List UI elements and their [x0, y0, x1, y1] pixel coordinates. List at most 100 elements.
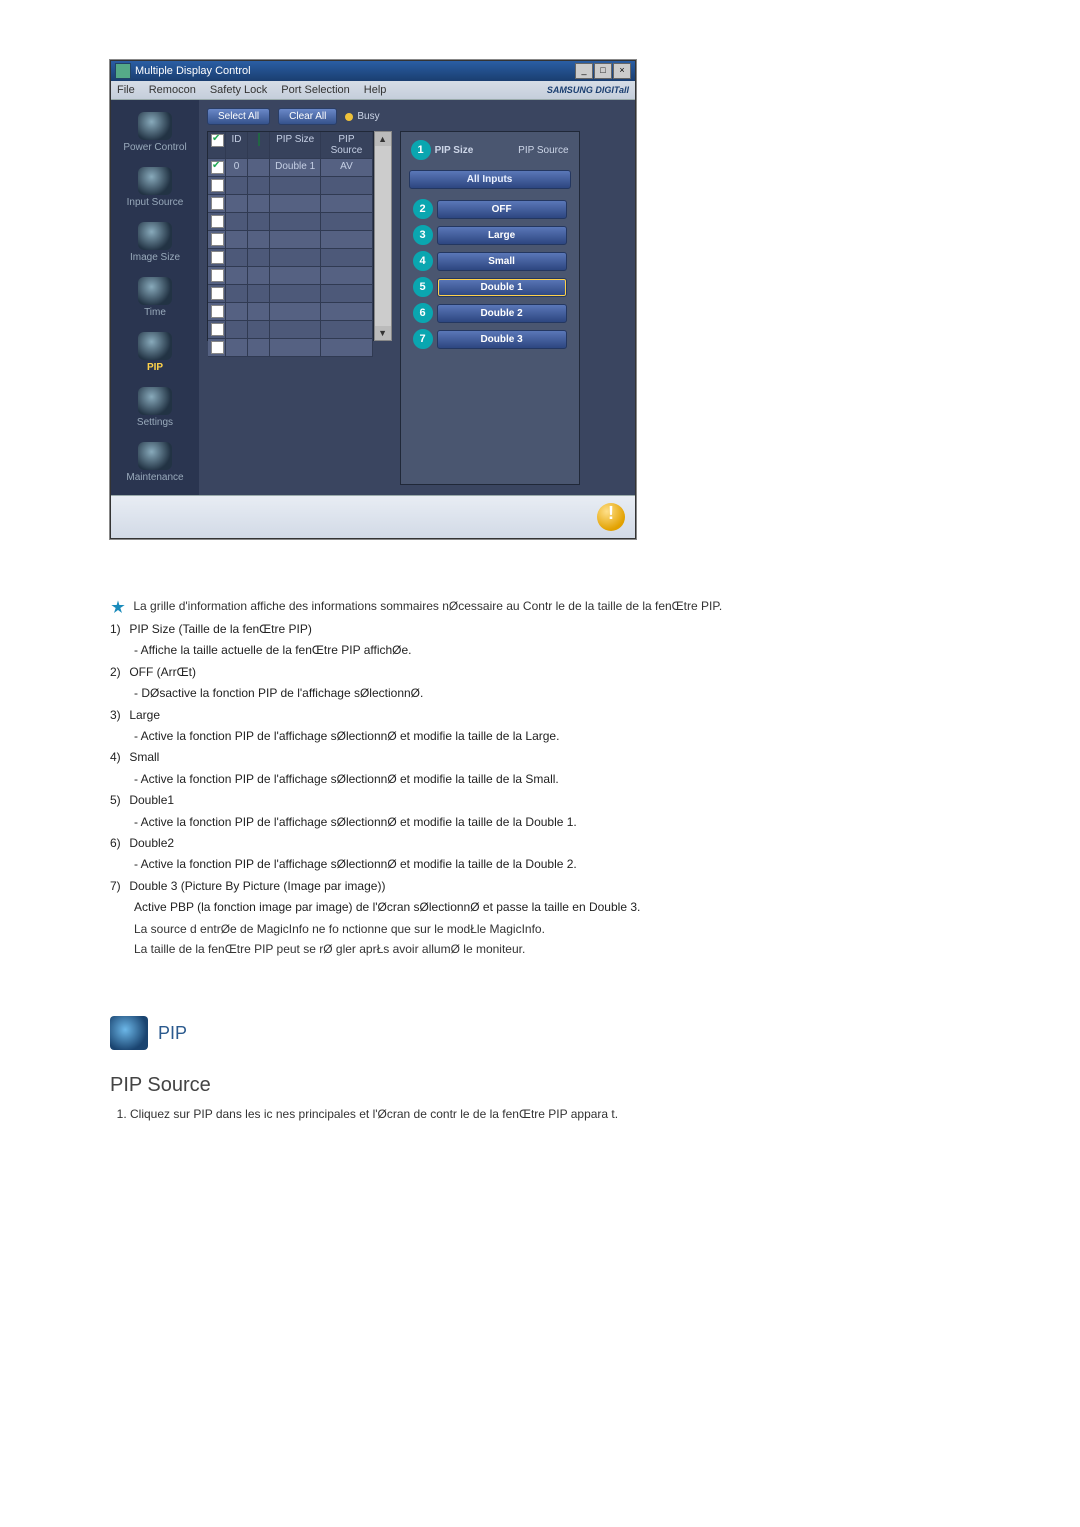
- status-bar: [111, 495, 635, 538]
- table-row[interactable]: [208, 285, 373, 303]
- cell-id: [226, 285, 248, 303]
- pip-icon: [138, 332, 172, 360]
- list-item: 6) Double2: [110, 835, 1030, 852]
- table-row[interactable]: [208, 213, 373, 231]
- sidebar-item-settings[interactable]: Settings: [113, 381, 197, 436]
- menu-remocon[interactable]: Remocon: [149, 84, 196, 96]
- sidebar-item-time[interactable]: Time: [113, 271, 197, 326]
- menubar: File Remocon Safety Lock Port Selection …: [111, 81, 635, 100]
- sidebar-item-image-size[interactable]: Image Size: [113, 216, 197, 271]
- cell-pip-size: Double 1: [270, 159, 321, 177]
- table-row[interactable]: [208, 267, 373, 285]
- cell-pip-source: [321, 267, 372, 285]
- row-checkbox[interactable]: [211, 287, 224, 300]
- menu-safety-lock[interactable]: Safety Lock: [210, 84, 267, 96]
- option-double-1[interactable]: 5Double 1: [413, 277, 567, 297]
- row-checkbox[interactable]: [211, 179, 224, 192]
- table-row[interactable]: [208, 339, 373, 357]
- row-checkbox[interactable]: [211, 341, 224, 354]
- list-item: 7) Double 3 (Picture By Picture (Image p…: [110, 878, 1030, 895]
- toolbar: Select All Clear All Busy: [207, 108, 627, 125]
- menu-help[interactable]: Help: [364, 84, 387, 96]
- menu-file[interactable]: File: [117, 84, 135, 96]
- cell-id: [226, 213, 248, 231]
- options-header: 1PIP Size PIP Source: [407, 138, 573, 162]
- col-pip-source: PIP Source: [321, 132, 372, 159]
- image-size-icon: [138, 222, 172, 250]
- lead-paragraph: La grille d'information affiche des info…: [110, 599, 1030, 615]
- callout-3: 3: [413, 225, 433, 245]
- list-item-desc: - Affiche la taille actuelle de la fenŒt…: [134, 642, 1030, 659]
- sidebar-item-power[interactable]: Power Control: [113, 106, 197, 161]
- row-checkbox[interactable]: [211, 233, 224, 246]
- grid: ID PIP Size PIP Source 0Double 1AV: [207, 131, 374, 341]
- section-list: Cliquez sur PIP dans les ic nes principa…: [110, 1107, 1030, 1121]
- cell-pip-size: [270, 213, 321, 231]
- settings-icon: [138, 387, 172, 415]
- vertical-scrollbar[interactable]: ▲ ▼: [374, 131, 392, 341]
- cell-pip-source: [321, 195, 372, 213]
- app-icon: [115, 63, 131, 79]
- cell-pip-source: [321, 213, 372, 231]
- cell-id: [226, 231, 248, 249]
- sidebar-item-maintenance[interactable]: Maintenance: [113, 436, 197, 491]
- menu-port-selection[interactable]: Port Selection: [281, 84, 349, 96]
- list-item-desc: - DØsactive la fonction PIP de l'afficha…: [134, 685, 1030, 702]
- table-row[interactable]: 0Double 1AV: [208, 159, 373, 177]
- list-item-desc: - Active la fonction PIP de l'affichage …: [134, 728, 1030, 745]
- window-title: Multiple Display Control: [135, 65, 251, 77]
- minimize-button[interactable]: _: [575, 63, 593, 79]
- row-checkbox[interactable]: [211, 215, 224, 228]
- list-item: 5) Double1: [110, 792, 1030, 809]
- cell-pip-size: [270, 285, 321, 303]
- select-all-button[interactable]: Select All: [207, 108, 270, 125]
- clear-all-button[interactable]: Clear All: [278, 108, 337, 125]
- table-row[interactable]: [208, 177, 373, 195]
- option-off[interactable]: 2OFF: [413, 199, 567, 219]
- option-large[interactable]: 3Large: [413, 225, 567, 245]
- main-pane: Select All Clear All Busy ID PIP Size PI…: [199, 100, 635, 495]
- table-row[interactable]: [208, 303, 373, 321]
- cell-pip-source: [321, 339, 372, 357]
- callout-6: 6: [413, 303, 433, 323]
- row-checkbox[interactable]: [211, 197, 224, 210]
- option-double-2[interactable]: 6Double 2: [413, 303, 567, 323]
- list-item-desc: - Active la fonction PIP de l'affichage …: [134, 856, 1030, 873]
- pip-section-icon: [110, 1016, 148, 1050]
- tab-pip-size[interactable]: PIP Size: [435, 145, 474, 156]
- cell-pip-size: [270, 303, 321, 321]
- sidebar-item-pip[interactable]: PIP: [113, 326, 197, 381]
- sidebar-item-input-source[interactable]: Input Source: [113, 161, 197, 216]
- busy-indicator: Busy: [345, 111, 379, 122]
- col-id: ID: [226, 132, 248, 159]
- table-row[interactable]: [208, 321, 373, 339]
- star-icon: [110, 599, 126, 615]
- option-small[interactable]: 4Small: [413, 251, 567, 271]
- callout-5: 5: [413, 277, 433, 297]
- row-checkbox[interactable]: [211, 269, 224, 282]
- scroll-up-icon[interactable]: ▲: [375, 132, 391, 146]
- table-row[interactable]: [208, 249, 373, 267]
- cell-pip-source: [321, 285, 372, 303]
- table-row[interactable]: [208, 231, 373, 249]
- close-button[interactable]: ×: [613, 63, 631, 79]
- window-buttons: _ □ ×: [575, 63, 631, 79]
- cell-id: [226, 267, 248, 285]
- warning-icon: [597, 503, 625, 531]
- maximize-button[interactable]: □: [594, 63, 612, 79]
- row-checkbox[interactable]: [211, 161, 224, 174]
- row-checkbox[interactable]: [211, 251, 224, 264]
- note-1: La source d entrØe de MagicInfo ne fo nc…: [134, 922, 1030, 936]
- section-title: PIP Source: [110, 1074, 1030, 1097]
- option-double-3[interactable]: 7Double 3: [413, 329, 567, 349]
- scroll-down-icon[interactable]: ▼: [375, 326, 391, 340]
- row-checkbox[interactable]: [211, 305, 224, 318]
- row-checkbox[interactable]: [211, 323, 224, 336]
- list-item: 2) OFF (ArrŒt): [110, 664, 1030, 681]
- grid-area: ID PIP Size PIP Source 0Double 1AV ▲ ▼: [207, 131, 392, 341]
- tab-pip-source[interactable]: PIP Source: [518, 145, 568, 156]
- table-row[interactable]: [208, 195, 373, 213]
- callout-4: 4: [413, 251, 433, 271]
- header-checkbox[interactable]: [211, 134, 224, 147]
- cell-pip-size: [270, 339, 321, 357]
